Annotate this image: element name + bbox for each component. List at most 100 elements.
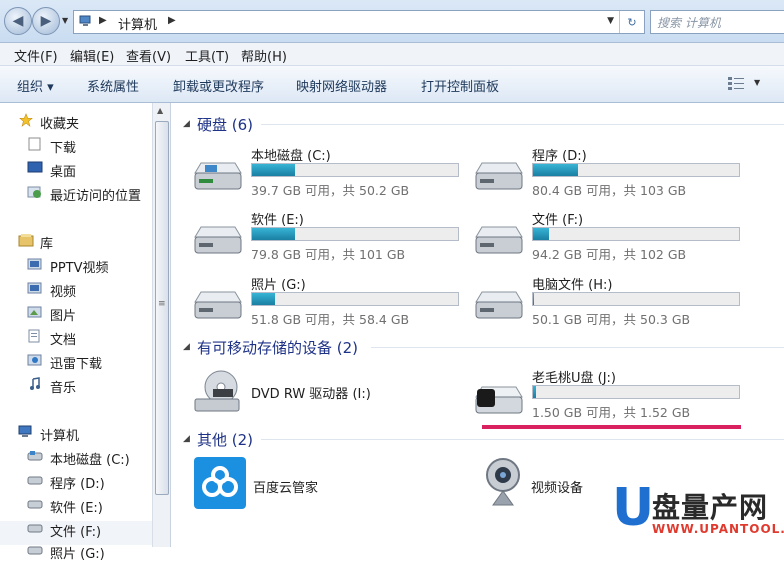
menu-file[interactable]: 文件(F) [14,46,58,65]
view-dropdown-icon[interactable]: ▼ [754,78,760,87]
sidebar-favorites[interactable]: 收藏夹 [40,113,79,132]
sidebar-scrollbar[interactable]: ▲ ≡ [152,103,170,547]
usb-drive-j[interactable]: 老毛桃U盘 (J:) 1.50 GB 可用，共 1.52 GB [452,367,752,427]
group-header-removable[interactable]: ◢ 有可移动存储的设备 (2) [171,337,784,357]
menu-view[interactable]: 查看(V) [126,46,171,65]
sidebar-item-drive-d[interactable]: 程序 (D:) [50,473,105,492]
uninstall-program-button[interactable]: 卸载或更改程序 [173,76,264,95]
collapse-icon[interactable]: ◢ [183,342,190,352]
address-input[interactable]: ▶ 计算机 ▶ ▼ ↻ [73,10,645,34]
desktop-icon [27,161,43,173]
highlight-underline [482,425,741,429]
item-label: 百度云管家 [253,481,319,496]
drive-usage-fill [533,228,549,240]
drive-usage-bar [251,292,459,306]
address-dropdown-icon[interactable]: ▼ [607,16,614,26]
breadcrumb-computer[interactable]: 计算机 [118,14,157,33]
group-title-hdd: 硬盘 (6) [197,116,254,134]
drive-d[interactable]: 程序 (D:) 80.4 GB 可用，共 103 GB [452,145,752,205]
menu-edit[interactable]: 编辑(E) [70,46,114,65]
drive-usage-fill [252,228,295,240]
drive-e[interactable]: 软件 (E:) 79.8 GB 可用，共 101 GB [171,209,471,269]
drive-usage-fill [533,164,578,176]
drive-icon [27,476,43,485]
baidu-cloud-item[interactable]: 百度云管家 [191,457,431,513]
menu-help[interactable]: 帮助(H) [241,46,287,65]
drive-icon [27,524,43,533]
group-title-other: 其他 (2) [197,431,254,449]
music-icon [30,377,40,390]
sidebar-item-desktop[interactable]: 桌面 [50,161,76,180]
sidebar-item-music[interactable]: 音乐 [50,377,76,396]
change-view-icon[interactable] [727,75,747,91]
drive-icon [475,226,523,254]
sidebar-item-videos[interactable]: 视频 [50,281,76,300]
sidebar-item-documents[interactable]: 文档 [50,329,76,348]
drive-usage-bar [532,227,740,241]
drive-space-info: 51.8 GB 可用，共 58.4 GB [251,312,410,327]
sidebar-item-drive-f[interactable]: 文件 (F:) [50,521,101,540]
organize-button[interactable]: 组织 ▾ [17,76,54,95]
drive-c[interactable]: 本地磁盘 (C:) 39.7 GB 可用，共 50.2 GB [171,145,471,205]
watermark-u: U [612,478,655,538]
sidebar-library[interactable]: 库 [40,233,53,252]
search-placeholder: 搜索 计算机 [657,16,721,30]
drive-f[interactable]: 文件 (F:) 94.2 GB 可用，共 102 GB [452,209,752,269]
breadcrumb-separator-icon[interactable]: ▶ [168,15,176,26]
sidebar-item-drive-g[interactable]: 照片 (G:) [50,543,105,562]
sidebar-item-pptv[interactable]: PPTV视频 [50,257,109,276]
search-input[interactable]: 搜索 计算机 [650,10,784,34]
system-drive-icon [194,162,242,190]
navigation-pane: 收藏夹 下载 桌面 最近访问的位置 库 PPTV视频 视频 图片 文档 迅雷下载… [0,103,152,562]
arrow-left-icon: ◀ [12,13,24,29]
drive-icon [475,162,523,190]
sidebar-item-drive-c[interactable]: 本地磁盘 (C:) [50,449,130,468]
drive-icon [475,291,523,319]
menu-tools[interactable]: 工具(T) [185,46,229,65]
group-header-hdd[interactable]: ◢ 硬盘 (6) [171,114,784,134]
group-header-other[interactable]: ◢ 其他 (2) [171,429,784,449]
download-folder-icon [28,137,41,151]
drive-space-info: 39.7 GB 可用，共 50.2 GB [251,183,410,198]
drive-h[interactable]: 电脑文件 (H:) 50.1 GB 可用，共 50.3 GB [452,274,752,334]
recent-places-icon [27,186,41,198]
arrow-right-icon: ▶ [40,13,52,29]
content-pane: ◢ 硬盘 (6) 本地磁盘 (C:) 39.7 GB 可用，共 50.2 GB … [171,103,784,547]
refresh-button[interactable]: ↻ [619,11,644,33]
scroll-up-icon[interactable]: ▲ [157,106,163,115]
recent-pages-dropdown[interactable]: ▼ [62,16,68,25]
video-icon [27,282,42,294]
webcam-icon [486,458,520,506]
forward-button[interactable]: ▶ [32,7,60,35]
library-icon [18,234,34,247]
drive-usage-bar [251,163,459,177]
sidebar-item-recent-places[interactable]: 最近访问的位置 [50,185,141,204]
system-properties-button[interactable]: 系统属性 [87,76,139,95]
watermark-text: 盘量产网 [652,491,769,524]
breadcrumb-separator-icon[interactable]: ▶ [99,15,107,26]
sidebar-computer[interactable]: 计算机 [40,425,79,444]
drive-g[interactable]: 照片 (G:) 51.8 GB 可用，共 58.4 GB [171,274,471,334]
drive-name: DVD RW 驱动器 (I:) [251,387,371,402]
map-network-drive-button[interactable]: 映射网络驱动器 [296,76,387,95]
dvd-drive-i[interactable]: DVD RW 驱动器 (I:) [171,369,471,429]
sidebar-item-thunder-downloads[interactable]: 迅雷下载 [50,353,102,372]
collapse-icon[interactable]: ◢ [183,434,190,444]
refresh-icon: ↻ [627,15,637,29]
drive-name: 文件 (F:) [532,213,584,228]
drive-usage-fill [252,293,275,305]
sidebar-item-drive-e[interactable]: 软件 (E:) [50,497,103,516]
back-button[interactable]: ◀ [4,7,32,35]
drive-space-info: 94.2 GB 可用，共 102 GB [532,247,687,262]
drive-space-info: 1.50 GB 可用，共 1.52 GB [532,405,691,420]
collapse-icon[interactable]: ◢ [183,119,190,129]
sidebar-item-pictures[interactable]: 图片 [50,305,76,324]
address-bar-area: ◀ ▶ ▼ ▶ 计算机 ▶ ▼ ↻ 搜索 计算机 [0,0,784,43]
open-control-panel-button[interactable]: 打开控制面板 [421,76,499,95]
drive-icon [27,546,43,555]
group-divider [261,124,784,125]
drive-usage-fill [533,293,534,305]
sidebar-item-downloads[interactable]: 下载 [50,137,76,156]
drive-space-info: 50.1 GB 可用，共 50.3 GB [532,312,691,327]
star-icon [19,113,33,127]
